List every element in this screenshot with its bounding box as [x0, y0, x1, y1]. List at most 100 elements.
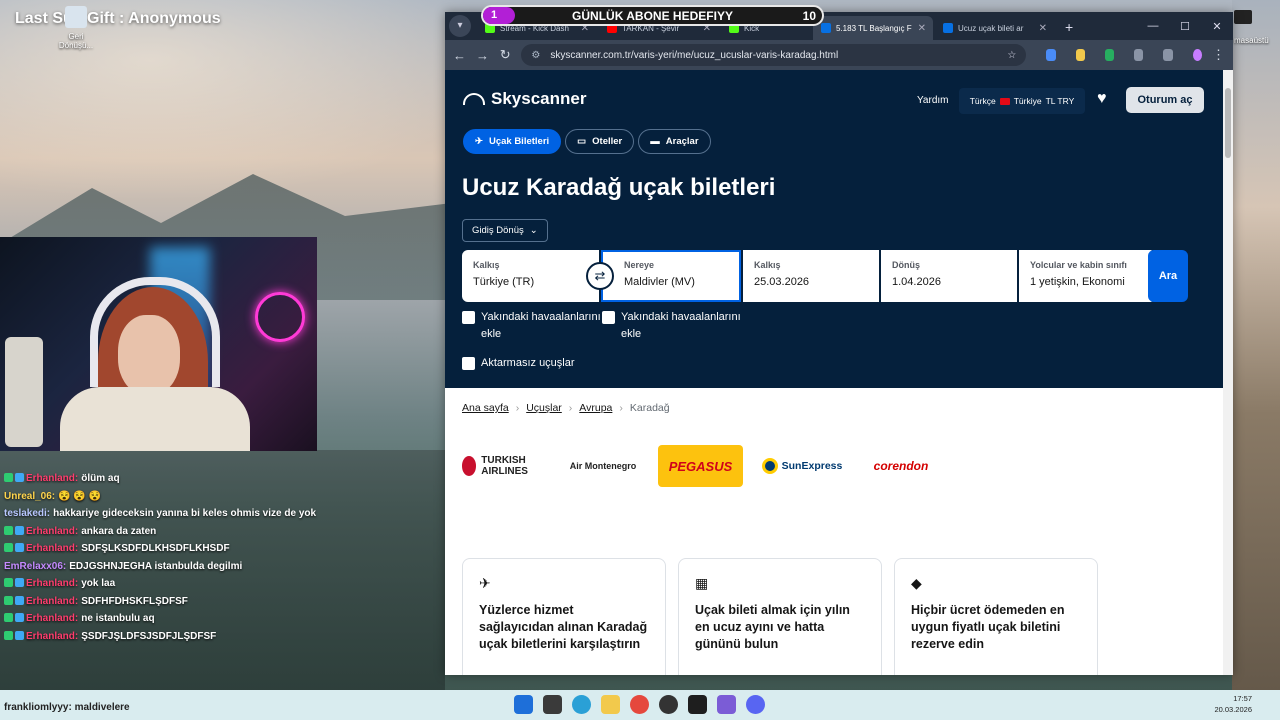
chat-text: hakkariye gideceksin yanına bi keles ohm…: [53, 508, 317, 519]
new-tab-button[interactable]: +: [1057, 19, 1081, 40]
translate-extension-icon[interactable]: [1046, 49, 1056, 61]
tab-skyscanner-offer[interactable]: 5.183 TL Başlangıç F ✕: [813, 16, 933, 40]
forward-icon[interactable]: →: [476, 48, 489, 63]
badge-icon: [4, 473, 13, 482]
reload-icon[interactable]: ↻: [499, 47, 511, 63]
url-field[interactable]: ⚙ skyscanner.com.tr/varis-yeri/me/ucuz_u…: [521, 44, 1027, 66]
trip-type-dropdown[interactable]: Gidiş Dönüş ⌄: [462, 219, 548, 242]
start-icon[interactable]: [514, 695, 533, 714]
recycle-bin-desktop-icon[interactable]: Geri Dönüşü...: [55, 6, 97, 50]
login-button[interactable]: Oturum aç: [1126, 87, 1204, 113]
chat-message: Erhanland: ankara da zaten: [0, 523, 440, 541]
chat-text: SDFHFDHSKFLŞDFSF: [81, 595, 188, 607]
discord-icon[interactable]: [746, 695, 765, 714]
scrollbar-thumb[interactable]: [1225, 88, 1231, 158]
return-date-field[interactable]: Dönüş 1.04.2026: [881, 250, 1017, 302]
chat-message: Erhanland: ŞSDFJŞLDFSJSDFJLŞDFSF: [0, 628, 440, 646]
saved-heart-icon[interactable]: ♥: [1097, 90, 1107, 108]
skyscanner-logo[interactable]: Skyscanner: [463, 89, 586, 109]
task-view-icon[interactable]: [543, 695, 562, 714]
chat-text: 😵 😵 😵: [58, 490, 102, 502]
desktop-icon-right-label: masaüstü: [1234, 36, 1269, 45]
recycle-bin-icon: [65, 6, 87, 28]
windows-taskbar: frankliomlyyy: maldivelere 17:57 20.03.2…: [0, 690, 1280, 720]
badge-icon: [15, 595, 24, 605]
locale-selector[interactable]: Türkçe Türkiye TL TRY: [959, 88, 1085, 114]
page-scrollbar[interactable]: [1223, 70, 1233, 675]
badge-icon: [15, 543, 24, 552]
tab-flights[interactable]: ✈ Uçak Biletleri: [463, 129, 562, 154]
back-icon[interactable]: ←: [453, 48, 466, 63]
edge-icon[interactable]: [572, 695, 591, 714]
system-clock[interactable]: 17:57 20.03.2026: [1210, 693, 1252, 715]
media-controls-icon[interactable]: [1163, 49, 1173, 61]
breadcrumb-home[interactable]: Ana sayfa: [462, 402, 509, 414]
airline-name: TURKISH AIRLINES: [481, 455, 528, 477]
badge-icon: [4, 578, 13, 587]
chat-message: Erhanland: ne istanbulu aq: [0, 610, 440, 628]
wallpaper-right-edge: [1232, 0, 1280, 690]
turkish-airlines-logo[interactable]: TURKISH AIRLINES: [462, 445, 548, 487]
origin-field[interactable]: Kalkış Türkiye (TR): [462, 250, 599, 302]
feature-card-no-fees: ◆ Hiçbir ücret ödemeden en uygun fiyatlı…: [894, 558, 1098, 675]
browser-window: ▾ Stream - Kick Dash ✕ TARKAN - Şevir ✕ Ki…: [445, 12, 1233, 675]
file-explorer-icon[interactable]: [601, 695, 620, 714]
tab-hotels[interactable]: ▭ Oteller: [565, 129, 635, 154]
breadcrumb-europe[interactable]: Avrupa: [579, 402, 612, 414]
puzzle-extensions-icon[interactable]: [1134, 49, 1144, 61]
chrome-icon[interactable]: [630, 695, 649, 714]
search-button[interactable]: Ara: [1148, 250, 1188, 302]
skyscanner-icon: [821, 23, 831, 33]
direct-flights-checkbox[interactable]: Aktarmasız uçuşlar: [462, 355, 662, 372]
tag-icon: ◆: [911, 575, 922, 591]
close-icon[interactable]: ✕: [912, 23, 926, 34]
tab-search-button[interactable]: ▾: [449, 15, 471, 37]
checkbox-box[interactable]: [602, 311, 615, 324]
close-icon[interactable]: ✕: [1033, 23, 1047, 34]
return-label: Dönüş: [892, 260, 920, 270]
minimize-icon[interactable]: —: [1137, 20, 1169, 32]
travellers-field[interactable]: Yolcular ve kabin sınıfı 1 yetişkin, Eko…: [1019, 250, 1156, 302]
sunexpress-logo[interactable]: SunExpress: [757, 445, 847, 487]
corendon-logo[interactable]: corendon: [861, 445, 941, 487]
address-bar-row: ← → ↻ ⚙ skyscanner.com.tr/varis-yeri/me/…: [445, 40, 1233, 70]
desktop-icon-right[interactable]: masaüstü: [1234, 10, 1269, 45]
tab-cars-label: Araçlar: [665, 136, 699, 147]
taskbar-apps: [514, 695, 765, 714]
nearby-destination-checkbox[interactable]: Yakındaki havaalanlarını ekle: [602, 309, 742, 343]
kick-studio-icon[interactable]: [688, 695, 707, 714]
depart-date-field[interactable]: Kalkış 25.03.2026: [743, 250, 879, 302]
tab-cars[interactable]: ▬ Araçlar: [638, 129, 711, 154]
checkbox-box[interactable]: [462, 311, 475, 324]
air-montenegro-logo[interactable]: Air Montenegro: [562, 445, 644, 487]
pegasus-logo[interactable]: PEGASUS: [658, 445, 743, 487]
checkbox-box[interactable]: [462, 357, 475, 370]
breadcrumb: Ana sayfa › Uçuşlar › Avrupa › Karadağ: [462, 402, 670, 414]
badge-icon: [4, 613, 13, 622]
close-window-icon[interactable]: ✕: [1201, 20, 1233, 33]
bookmark-star-icon[interactable]: ☆: [1007, 50, 1016, 61]
twitch-icon[interactable]: [717, 695, 736, 714]
product-nav: ✈ Uçak Biletleri ▭ Oteller ▬ Araçlar: [463, 129, 711, 154]
page-title: Ucuz Karadağ uçak biletleri: [462, 174, 776, 201]
sunexpress-sun-icon: [761, 458, 778, 474]
checkbox-label: Aktarmasız uçuşlar: [481, 357, 575, 369]
profile-avatar[interactable]: [1192, 49, 1202, 61]
feature-cards: ✈ Yüzlerce hizmet sağlayıcıdan alınan Ka…: [462, 558, 1098, 675]
breadcrumb-flights[interactable]: Uçuşlar: [526, 402, 562, 414]
breadcrumb-current: Karadağ: [629, 402, 670, 414]
nearby-origin-checkbox[interactable]: Yakındaki havaalanlarını ekle: [462, 309, 602, 343]
site-info-icon[interactable]: ⚙: [531, 50, 540, 61]
swap-airports-button[interactable]: ⇄: [586, 262, 614, 290]
kebab-menu-icon[interactable]: ⋮: [1212, 47, 1225, 63]
tab-skyscanner-cheap[interactable]: Ucuz uçak bileti ar ✕: [935, 16, 1055, 40]
extension-icon[interactable]: [1075, 49, 1085, 61]
help-link[interactable]: Yardım: [917, 95, 949, 106]
language-label: Türkçe: [969, 96, 996, 106]
obs-icon[interactable]: [659, 695, 678, 714]
chat-username: Unreal_06:: [4, 490, 56, 502]
badge-icon: [15, 578, 24, 587]
extension-icon[interactable]: [1104, 49, 1115, 61]
destination-field[interactable]: Nereye Maldivler (MV): [601, 250, 741, 302]
maximize-icon[interactable]: ☐: [1169, 20, 1201, 33]
